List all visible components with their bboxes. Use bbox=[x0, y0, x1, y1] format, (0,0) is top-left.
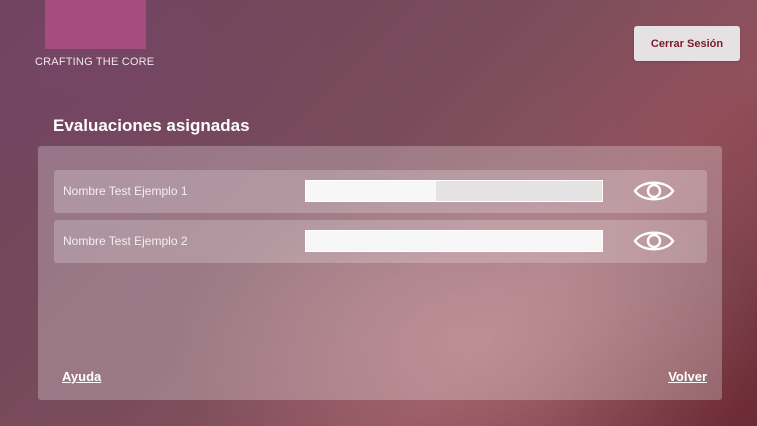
brand-text: CRAFTING THE CORE bbox=[35, 56, 155, 68]
help-link[interactable]: Ayuda bbox=[62, 369, 101, 384]
evaluation-progress-fill bbox=[306, 181, 437, 201]
brand-logo bbox=[45, 0, 146, 49]
evaluation-row[interactable]: Nombre Test Ejemplo 1 bbox=[54, 170, 707, 213]
evaluation-progress-bar bbox=[305, 180, 603, 202]
evaluations-panel: Nombre Test Ejemplo 1 Nombre Test Ejempl… bbox=[38, 146, 722, 400]
back-link[interactable]: Volver bbox=[668, 369, 707, 384]
page-title: Evaluaciones asignadas bbox=[53, 116, 250, 135]
logout-button[interactable]: Cerrar Sesión bbox=[634, 26, 740, 61]
eye-icon[interactable] bbox=[632, 178, 676, 204]
eye-icon[interactable] bbox=[632, 228, 676, 254]
evaluation-name: Nombre Test Ejemplo 1 bbox=[63, 184, 188, 198]
evaluation-row[interactable]: Nombre Test Ejemplo 2 bbox=[54, 220, 707, 263]
evaluation-progress-bar bbox=[305, 230, 603, 252]
evaluation-progress-fill bbox=[306, 231, 602, 251]
evaluation-name: Nombre Test Ejemplo 2 bbox=[63, 234, 188, 248]
